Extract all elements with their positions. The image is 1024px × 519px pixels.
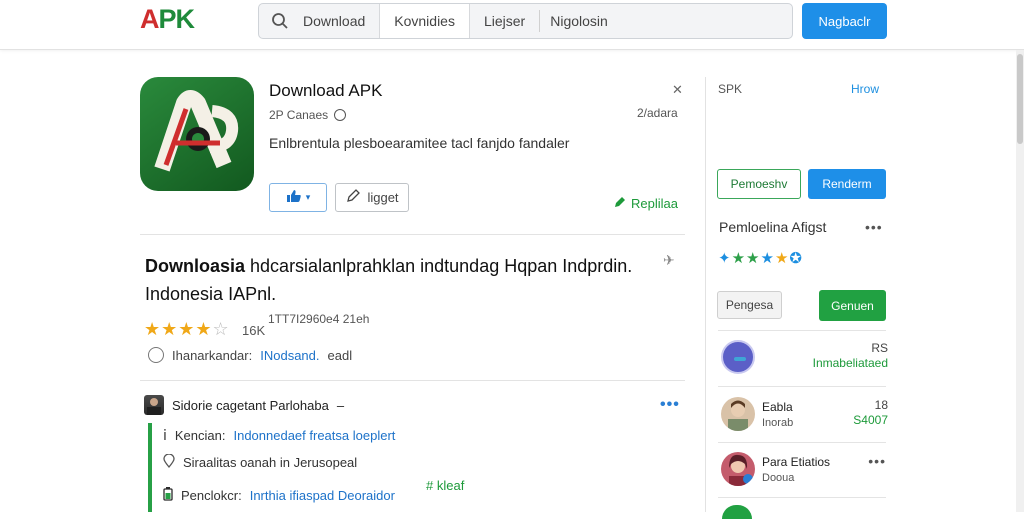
tab-kovnidies[interactable]: Kovnidies <box>379 4 470 38</box>
partial-avatar <box>722 505 752 519</box>
logo-letters-pk: PK <box>158 4 196 34</box>
more-options-icon[interactable]: ••• <box>660 396 680 414</box>
sidebar-link[interactable]: Hrow <box>851 82 879 96</box>
thread-item: Siraalitas oanah in Jerusopeal <box>163 453 358 471</box>
badge-shield-icon: ✪ <box>789 250 803 267</box>
article-headline: Downloasia hdcarsialanlprahklan indtunda… <box>145 252 675 308</box>
sidebar-separator <box>718 386 886 387</box>
section-divider <box>140 234 685 235</box>
sidebar-green-button[interactable]: Genuen <box>819 290 886 321</box>
sidebar-badges: ✦★★★★✪ <box>718 249 803 267</box>
app-developer: 2P Canaes <box>269 108 347 122</box>
author-avatar[interactable] <box>144 395 164 415</box>
rating-meta: 1TT7I2960e4 21eh <box>268 312 370 326</box>
badge-star-icon: ★ <box>746 250 761 267</box>
thread-item-text: Siraalitas oanah in Jerusopeal <box>183 455 358 470</box>
globe-icon <box>334 109 347 121</box>
battery-icon <box>163 487 173 504</box>
rating-count: 16K <box>242 323 266 338</box>
thread-item-prefix: Kencian: <box>174 428 226 443</box>
thread-bar <box>148 423 152 512</box>
scrollbar[interactable] <box>1016 50 1024 512</box>
pin-icon[interactable]: ✈ <box>663 252 675 269</box>
item-more-icon[interactable]: ••• <box>868 453 886 469</box>
sidebar-subtitle: Pemloelina Afigst <box>719 219 827 235</box>
app-title: Download APK <box>269 81 383 100</box>
sidebar-separator <box>718 330 886 331</box>
close-icon[interactable]: ✕ <box>672 82 683 98</box>
badge-star-icon: ★ <box>774 250 790 267</box>
item-name: Para Etiatios <box>762 455 831 469</box>
sidebar-list-item[interactable]: RS Inmabeliataed <box>718 338 888 378</box>
sidebar-outline-button[interactable]: Pemoeshv <box>717 169 801 199</box>
sidebar-list-item[interactable]: Para Etiatios Dooua ••• <box>718 450 888 490</box>
scrollbar-thumb[interactable] <box>1017 54 1023 144</box>
app-description: Enlbrentula plesboearamitee tacl fanjdo … <box>269 135 570 151</box>
top-action-button[interactable]: Nagbaclr <box>802 3 887 39</box>
item-status: Inmabeliataed <box>812 356 888 370</box>
avatar <box>721 397 755 431</box>
thread-item-link[interactable]: Indonnedaef freatsa loeplert <box>233 428 395 443</box>
developer-name[interactable]: 2P Canaes <box>269 108 328 122</box>
info-row: Ihanarkandar: INodsand. eadl <box>148 347 352 363</box>
tab-download[interactable]: Download <box>289 4 379 38</box>
search-icon[interactable] <box>271 12 289 30</box>
replica-link[interactable]: Replilaa <box>613 195 678 212</box>
thread-item: Penclokcr: Inrthia ifiaspad Deoraidor <box>163 487 395 504</box>
search-bar: Download Kovnidies Liejser <box>258 3 793 39</box>
sidebar-title: SPK <box>718 82 743 96</box>
replica-label: Replilaa <box>631 196 678 211</box>
thread-item-prefix: Penclokcr: <box>181 488 242 503</box>
sidebar-primary-button[interactable]: Renderm <box>808 169 886 199</box>
section-divider-2 <box>140 380 685 381</box>
info-tag: eadl <box>327 347 353 363</box>
sidebar-more-icon[interactable]: ••• <box>865 219 883 235</box>
app-icon <box>140 77 254 191</box>
sidebar-secondary-button[interactable]: Pengesa <box>717 291 782 319</box>
headline-lead: Downloasia <box>145 256 246 276</box>
item-subtitle: Inorab <box>762 417 794 429</box>
avatar <box>721 340 755 374</box>
info-label: Ihanarkandar: <box>172 347 253 363</box>
thread-item-link[interactable]: Inrthia ifiaspad Deoraidor <box>250 488 395 503</box>
item-status: S4007 <box>853 413 888 427</box>
logo-letter-a: A <box>140 4 159 34</box>
search-input[interactable] <box>540 13 771 29</box>
minus-icon[interactable]: – <box>337 398 344 413</box>
item-subtitle: Dooua <box>762 472 795 484</box>
badge-star-icon: ★ <box>760 250 775 267</box>
rating-stars: ★★★★☆ <box>144 319 230 339</box>
site-logo[interactable]: APK <box>140 4 196 35</box>
edit-button[interactable]: ligget <box>335 183 409 212</box>
sidebar-divider <box>705 77 706 512</box>
dropdown-caret-icon: ▾ <box>305 192 311 202</box>
avatar <box>721 452 755 486</box>
item-name: Eabla <box>762 400 793 414</box>
item-value: 18 <box>874 398 888 412</box>
sidebar-separator <box>718 497 886 498</box>
location-icon <box>163 453 175 471</box>
like-button[interactable]: ▾ <box>269 183 327 212</box>
thumbs-up-icon <box>286 189 302 206</box>
edit-label: ligget <box>367 190 399 205</box>
thread-item: ⅰ Kencian: Indonnedaef freatsa loeplert <box>163 427 395 444</box>
badge-star-icon: ★ <box>731 250 747 267</box>
author-name[interactable]: Sidorie cagetant Parlohaba <box>172 398 329 413</box>
info-i-icon: ⅰ <box>163 427 167 443</box>
sidebar-list-item[interactable]: Eabla Inorab 18 S4007 <box>718 395 888 435</box>
app-size: 2/adara <box>637 106 678 120</box>
sidebar-separator <box>718 442 886 443</box>
info-link[interactable]: INodsand. <box>260 348 319 363</box>
tab-liejser[interactable]: Liejser <box>470 4 539 38</box>
pencil-green-icon <box>613 195 627 212</box>
badge-star-icon: ✦ <box>718 250 732 267</box>
pencil-icon <box>345 188 361 207</box>
top-header: APK Download Kovnidies Liejser Nagbaclr <box>0 0 1024 50</box>
thread-tag[interactable]: # kleaf <box>426 478 464 493</box>
item-value: RS <box>871 341 888 355</box>
thread-author-row: Sidorie cagetant Parlohaba – <box>144 395 344 415</box>
shield-icon <box>148 347 164 363</box>
